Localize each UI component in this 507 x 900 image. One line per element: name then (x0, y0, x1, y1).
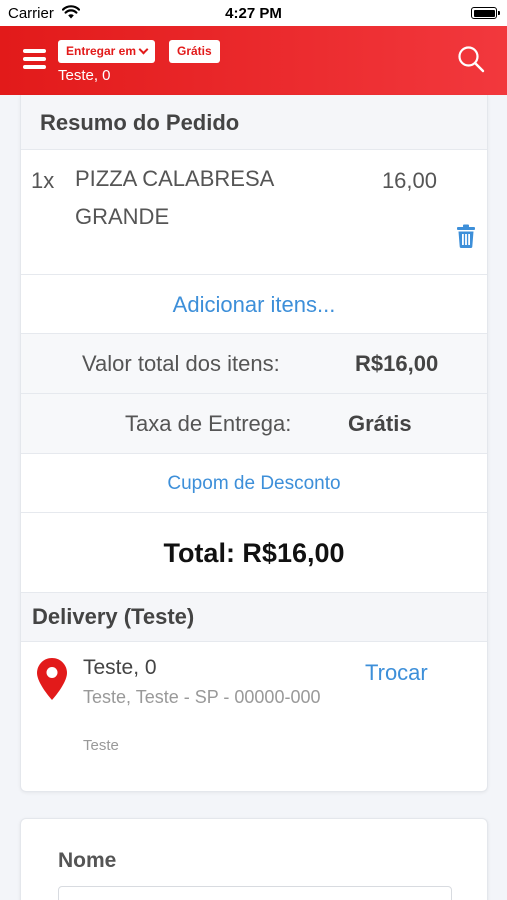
app-header: Entregar em Grátis Teste, 0 (0, 26, 507, 95)
subtotal-label: Valor total dos itens: (82, 351, 280, 376)
add-items-row: Adicionar itens... (21, 275, 487, 334)
add-items-link[interactable]: Adicionar itens... (21, 275, 487, 334)
item-price: 16,00 (381, 168, 437, 193)
address-line-1: Teste, 0 (83, 656, 157, 679)
coupon-row: Cupom de Desconto (21, 454, 487, 513)
total-row: Total: R$16,00 (21, 513, 487, 593)
trash-icon[interactable] (456, 224, 476, 248)
change-address-link[interactable]: Trocar (365, 660, 428, 686)
header-address: Teste, 0 (58, 67, 111, 84)
order-summary-title: Resumo do Pedido (40, 110, 240, 135)
delivery-fee-badge: Grátis (169, 40, 220, 63)
search-icon[interactable] (457, 45, 485, 73)
hamburger-menu-icon[interactable] (23, 49, 46, 69)
delivery-fee-value: Grátis (348, 411, 412, 436)
item-name: PIZZA CALABRESA GRANDE (75, 166, 274, 229)
delivery-address-block: Teste, 0 Teste, Teste - SP - 00000-000 T… (21, 642, 487, 792)
order-summary-card: Resumo do Pedido 1x PIZZA CALABRESA GRAN… (20, 95, 488, 792)
battery-icon (471, 7, 500, 19)
deliver-to-dropdown[interactable]: Entregar em (58, 40, 156, 63)
address-line-2: Teste, Teste - SP - 00000-000 (83, 687, 321, 707)
customer-form-card: Nome (20, 818, 488, 900)
address-line-3: Teste (83, 737, 119, 754)
subtotal-value: R$16,00 (355, 351, 439, 376)
order-summary-header: Resumo do Pedido (21, 95, 487, 150)
chevron-down-icon (138, 44, 149, 55)
coupon-link[interactable]: Cupom de Desconto (21, 454, 487, 513)
name-input[interactable] (58, 886, 452, 900)
clock: 4:27 PM (225, 5, 282, 22)
delivery-header: Delivery (Teste) (21, 593, 487, 642)
deliver-to-label: Entregar em (66, 44, 137, 58)
order-total: Total: R$16,00 (163, 538, 345, 568)
delivery-fee-row: Taxa de Entrega: Grátis (21, 394, 487, 454)
name-label: Nome (58, 849, 117, 872)
delivery-title: Delivery (Teste) (32, 604, 195, 629)
status-bar: Carrier 4:27 PM (0, 0, 507, 26)
map-pin-icon (37, 658, 67, 700)
subtotal-row: Valor total dos itens: R$16,00 (21, 334, 487, 394)
delivery-fee-badge-label: Grátis (177, 44, 212, 58)
cart-item-row: 1x PIZZA CALABRESA GRANDE 16,00 (21, 150, 487, 275)
item-quantity: 1x (31, 168, 55, 193)
delivery-fee-label: Taxa de Entrega: (125, 411, 292, 436)
